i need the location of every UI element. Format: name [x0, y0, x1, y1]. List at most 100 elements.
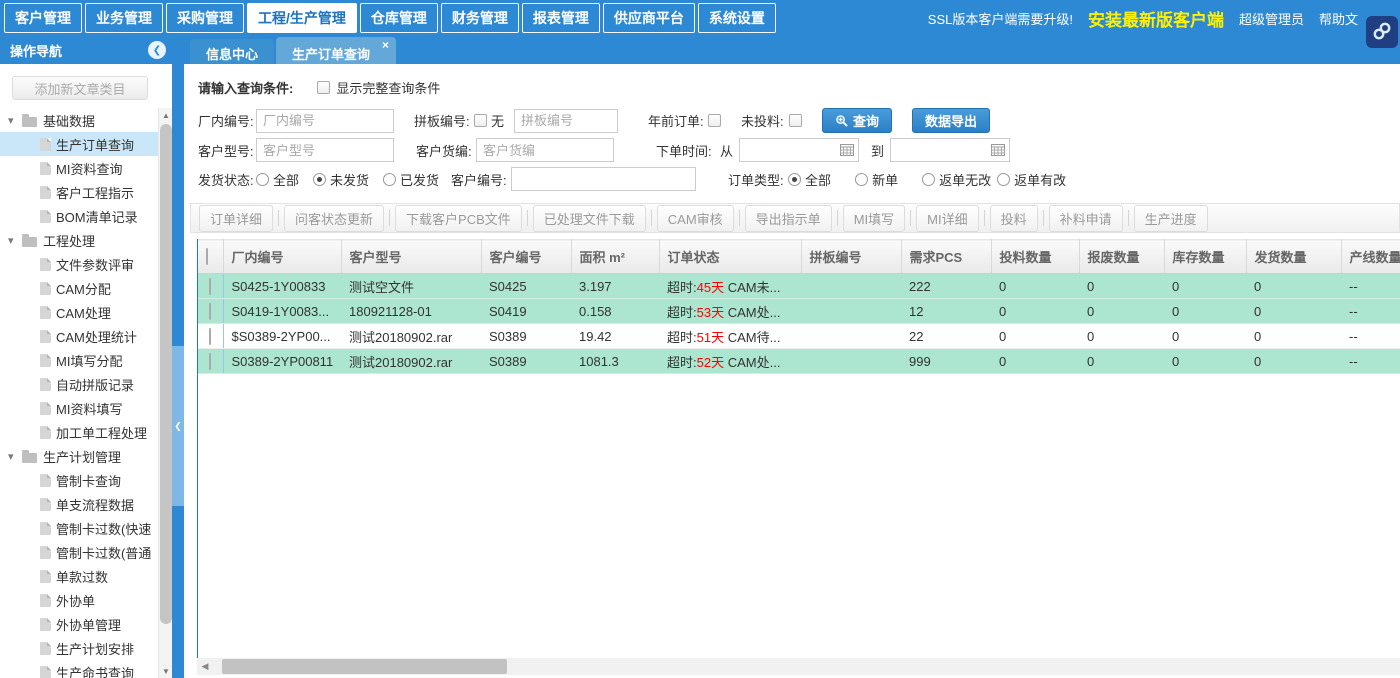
- select-all-checkbox[interactable]: [206, 248, 208, 265]
- column-header-5[interactable]: 拼板编号: [801, 240, 901, 274]
- tree-caret-icon[interactable]: ▾: [8, 234, 22, 247]
- radio-option-新单[interactable]: 新单: [855, 170, 898, 189]
- nav-item-4[interactable]: 仓库管理: [360, 3, 438, 33]
- tree-item-12[interactable]: MI资料填写: [0, 396, 158, 420]
- column-header-7[interactable]: 投料数量: [991, 240, 1079, 274]
- radio-icon[interactable]: [383, 173, 396, 186]
- row-checkbox[interactable]: [209, 328, 211, 345]
- tree-item-16[interactable]: 单支流程数据: [0, 492, 158, 516]
- radio-icon[interactable]: [313, 173, 326, 186]
- nav-item-2[interactable]: 采购管理: [166, 3, 244, 33]
- tree-item-8[interactable]: CAM处理: [0, 300, 158, 324]
- scroll-down-icon[interactable]: ▼: [159, 664, 172, 678]
- splitter-collapse-handle[interactable]: ❮: [172, 346, 184, 506]
- toolbar-button-1[interactable]: 问客状态更新: [284, 205, 384, 232]
- current-user[interactable]: 超级管理员: [1239, 9, 1304, 28]
- tree-item-3[interactable]: 客户工程指示: [0, 180, 158, 204]
- search-button[interactable]: 查询: [822, 108, 892, 133]
- tree-item-21[interactable]: 外协单管理: [0, 612, 158, 636]
- toolbar-button-3[interactable]: 已处理文件下载: [533, 205, 646, 232]
- row-checkbox[interactable]: [209, 303, 211, 320]
- radio-option-已发货[interactable]: 已发货: [383, 170, 439, 189]
- scroll-up-icon[interactable]: ▲: [159, 108, 172, 122]
- nav-item-6[interactable]: 报表管理: [522, 3, 600, 33]
- toolbar-button-7[interactable]: MI详细: [916, 205, 978, 232]
- panel-no-input[interactable]: [514, 109, 618, 133]
- radio-option-全部[interactable]: 全部: [256, 170, 299, 189]
- tree-item-22[interactable]: 生产计划安排: [0, 636, 158, 660]
- tree-item-10[interactable]: MI填写分配: [0, 348, 158, 372]
- factory-no-input[interactable]: [256, 109, 394, 133]
- column-header-4[interactable]: 订单状态: [659, 240, 801, 274]
- row-checkbox[interactable]: [209, 278, 211, 295]
- radio-icon[interactable]: [788, 173, 801, 186]
- tab-0[interactable]: 信息中心: [190, 39, 274, 64]
- pre-year-order-checkbox[interactable]: [708, 114, 721, 127]
- tree-caret-icon[interactable]: ▾: [8, 450, 22, 463]
- nav-item-0[interactable]: 客户管理: [4, 3, 82, 33]
- tree-item-2[interactable]: MI资料查询: [0, 156, 158, 180]
- tree-item-7[interactable]: CAM分配: [0, 276, 158, 300]
- toolbar-button-4[interactable]: CAM审核: [657, 205, 734, 232]
- table-row[interactable]: S0389-2YP00811测试20180902.rarS03891081.3超…: [198, 349, 1400, 374]
- install-client-link[interactable]: 安装最新版客户端: [1088, 6, 1224, 31]
- tree-item-6[interactable]: 文件参数评审: [0, 252, 158, 276]
- column-header-3[interactable]: 面积 m²: [571, 240, 659, 274]
- not-fed-checkbox[interactable]: [789, 114, 802, 127]
- customer-goods-no-input[interactable]: [476, 138, 614, 162]
- table-row[interactable]: $S0389-2YP00...测试20180902.rarS038919.42超…: [198, 324, 1400, 349]
- column-header-6[interactable]: 需求PCS: [901, 240, 991, 274]
- sidebar-splitter[interactable]: ❮: [172, 36, 184, 678]
- column-header-2[interactable]: 客户编号: [481, 240, 571, 274]
- tree-item-folder-0[interactable]: ▾基础数据: [0, 108, 158, 132]
- toolbar-button-8[interactable]: 投料: [990, 205, 1038, 232]
- help-link[interactable]: 帮助文: [1319, 9, 1358, 28]
- tree-item-4[interactable]: BOM清单记录: [0, 204, 158, 228]
- nav-item-8[interactable]: 系统设置: [698, 3, 776, 33]
- column-header-0[interactable]: 厂内编号: [223, 240, 341, 274]
- tree-item-20[interactable]: 外协单: [0, 588, 158, 612]
- scroll-left-icon[interactable]: ◀: [197, 658, 213, 675]
- tree-item-folder-14[interactable]: ▾生产计划管理: [0, 444, 158, 468]
- sidebar-scrollbar-thumb[interactable]: [160, 124, 172, 624]
- tab-1[interactable]: 生产订单查询×: [276, 37, 396, 64]
- nav-item-3[interactable]: 工程/生产管理: [247, 3, 357, 33]
- nav-item-7[interactable]: 供应商平台: [603, 3, 695, 33]
- tab-close-icon[interactable]: ×: [382, 38, 389, 52]
- toolbar-button-6[interactable]: MI填写: [843, 205, 905, 232]
- tree-caret-icon[interactable]: ▾: [8, 114, 22, 127]
- tree-item-11[interactable]: 自动拼版记录: [0, 372, 158, 396]
- radio-icon[interactable]: [256, 173, 269, 186]
- panel-no-none-checkbox[interactable]: [474, 114, 487, 127]
- tree-item-19[interactable]: 单款过数: [0, 564, 158, 588]
- add-category-button[interactable]: 添加新文章类目: [12, 76, 148, 100]
- toolbar-button-5[interactable]: 导出指示单: [745, 205, 832, 232]
- customer-no-input[interactable]: [511, 167, 696, 191]
- row-checkbox[interactable]: [209, 353, 211, 370]
- toolbar-button-0[interactable]: 订单详细: [199, 205, 273, 232]
- column-header-1[interactable]: 客户型号: [341, 240, 481, 274]
- customer-model-input[interactable]: [256, 138, 394, 162]
- radio-icon[interactable]: [855, 173, 868, 186]
- tree-item-15[interactable]: 管制卡查询: [0, 468, 158, 492]
- toolbar-button-10[interactable]: 生产进度: [1134, 205, 1208, 232]
- radio-icon[interactable]: [997, 173, 1010, 186]
- table-row[interactable]: S0425-1Y00833测试空文件S04253.197超时:45天 CAM未.…: [198, 274, 1400, 299]
- column-header-8[interactable]: 报废数量: [1079, 240, 1164, 274]
- radio-option-返单有改[interactable]: 返单有改: [997, 170, 1066, 189]
- tree-item-13[interactable]: 加工单工程处理: [0, 420, 158, 444]
- radio-icon[interactable]: [922, 173, 935, 186]
- nav-item-5[interactable]: 财务管理: [441, 3, 519, 33]
- radio-option-全部[interactable]: 全部: [788, 170, 831, 189]
- tree-item-17[interactable]: 管制卡过数(快速: [0, 516, 158, 540]
- toolbar-button-9[interactable]: 补料申请: [1049, 205, 1123, 232]
- show-full-conditions-checkbox[interactable]: [317, 81, 330, 94]
- column-header-10[interactable]: 发货数量: [1246, 240, 1341, 274]
- chat-widget-button[interactable]: [1366, 16, 1398, 48]
- nav-item-1[interactable]: 业务管理: [85, 3, 163, 33]
- horizontal-scrollbar-thumb[interactable]: [222, 659, 507, 674]
- data-export-button[interactable]: 数据导出: [912, 108, 990, 133]
- tree-item-23[interactable]: 生产命书查询: [0, 660, 158, 678]
- radio-option-返单无改[interactable]: 返单无改: [922, 170, 991, 189]
- column-header-9[interactable]: 库存数量: [1164, 240, 1246, 274]
